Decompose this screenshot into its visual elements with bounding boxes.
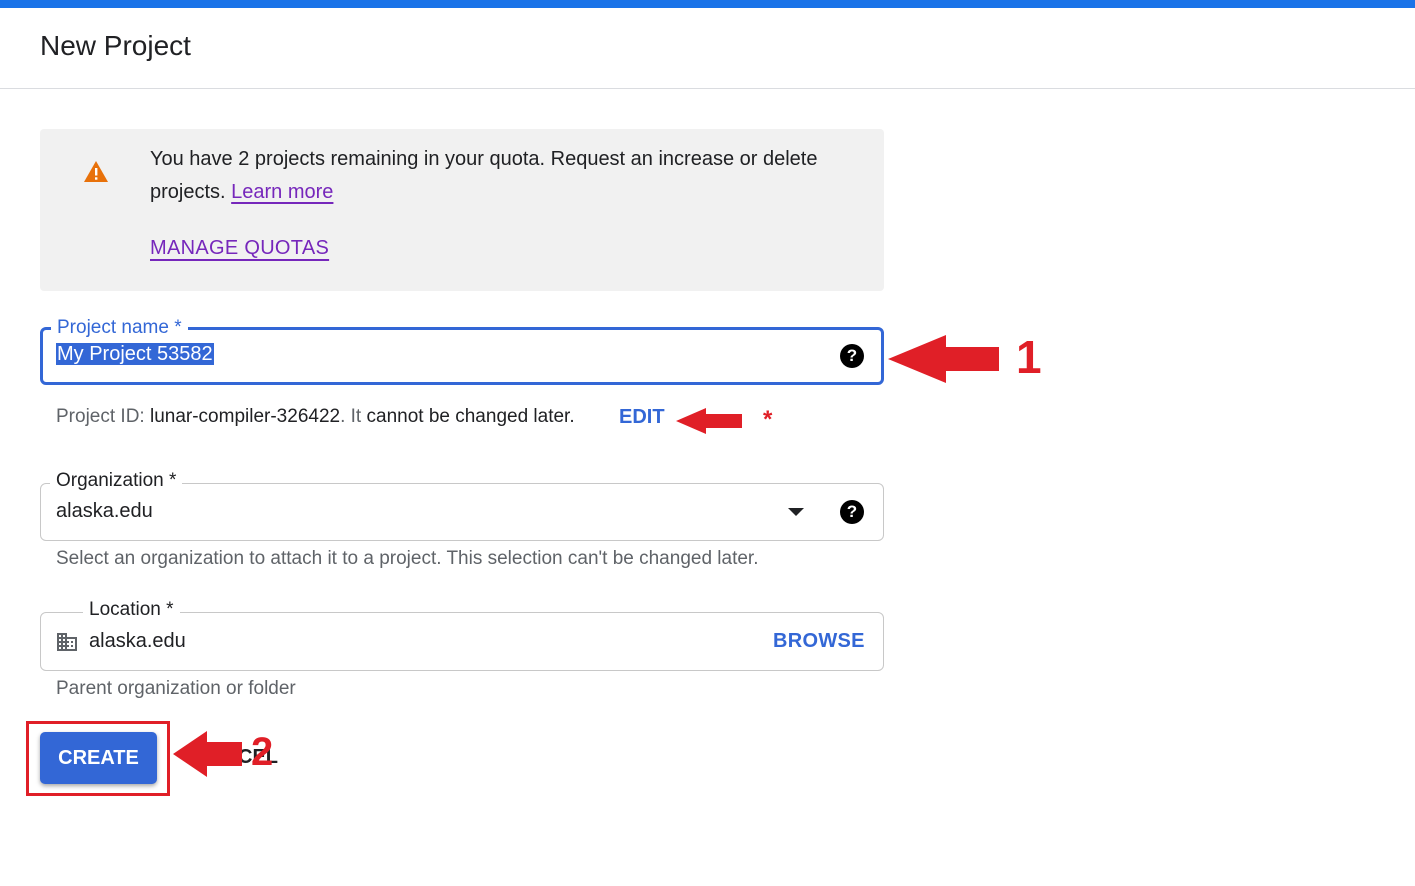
project-name-label: Project name * [51, 317, 188, 339]
organization-select[interactable]: Organization * alaska.edu ? [40, 470, 884, 541]
location-field[interactable]: Location * alaska.edu BROWSE [40, 599, 884, 671]
organization-label: Organization * [50, 470, 183, 492]
annotation-arrow-2 [173, 731, 242, 777]
project-name-field[interactable]: Project name * My Project 53582 ? [40, 317, 884, 385]
page-header: New Project [0, 8, 1415, 89]
project-id-prefix: Project ID: [56, 406, 150, 427]
building-icon [57, 633, 77, 651]
annotation-number-1: 1 [1016, 331, 1042, 383]
project-id-info: Project ID: lunar-compiler-326422. It ca… [56, 406, 575, 428]
help-icon[interactable]: ? [840, 500, 864, 524]
organization-value[interactable]: alaska.edu [56, 500, 153, 523]
project-id-middle: . It [340, 406, 367, 427]
location-helper-text: Parent organization or folder [56, 678, 296, 699]
location-value: alaska.edu [89, 630, 186, 652]
warning-icon [84, 161, 108, 182]
annotation-arrow-edit [676, 408, 742, 434]
dropdown-arrow-icon[interactable] [788, 508, 804, 516]
browse-button[interactable]: BROWSE [773, 630, 865, 653]
project-name-value[interactable]: My Project 53582 [56, 343, 214, 365]
project-id-warning: cannot be changed later. [366, 406, 575, 427]
quota-notice: You have 2 projects remaining in your qu… [40, 129, 884, 291]
help-icon[interactable]: ? [840, 344, 864, 368]
create-highlight-box [26, 721, 170, 796]
organization-helper-text: Select an organization to attach it to a… [56, 548, 759, 569]
top-accent-bar [0, 0, 1415, 8]
quota-message: You have 2 projects remaining in your qu… [150, 143, 830, 209]
manage-quotas-link[interactable]: MANAGE QUOTAS [150, 237, 329, 260]
page-title: New Project [40, 30, 191, 61]
edit-project-id-button[interactable]: EDIT [619, 406, 665, 429]
location-label: Location * [83, 599, 180, 621]
project-id-value: lunar-compiler-326422 [149, 406, 341, 427]
learn-more-link[interactable]: Learn more [231, 181, 333, 203]
annotation-number-2: 2 [251, 730, 274, 774]
project-name-input[interactable]: My Project 53582 [56, 343, 214, 366]
annotation-asterisk: * [763, 406, 773, 433]
annotation-arrow-1 [888, 335, 999, 383]
